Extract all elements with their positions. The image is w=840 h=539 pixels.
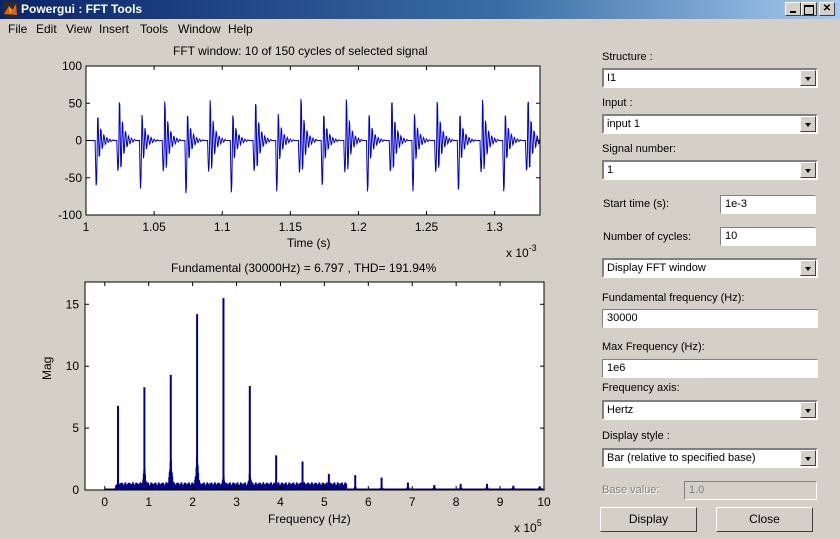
structure-label: Structure : [602, 51, 653, 63]
start-time-input[interactable]: 1e-3 [720, 195, 816, 214]
harmonic-bar [169, 374, 172, 490]
signal-ytick-label: -50 [65, 171, 83, 185]
signal-x-multiplier: x 10-3 [506, 243, 537, 260]
harmonic-bar [196, 314, 199, 490]
signal-ytick-label: 100 [62, 59, 82, 73]
signal-plot-area [86, 66, 540, 215]
spectrum-plot-area [85, 282, 544, 490]
spectrum-xtick-label: 2 [189, 495, 196, 509]
spectrum-xtick-label: 0 [101, 495, 108, 509]
signal-number-select[interactable]: 1 [602, 160, 818, 180]
signal-xtick-label: 1.2 [350, 220, 367, 234]
spectrum-xtick-label: 10 [537, 495, 551, 509]
base-value-input: 1.0 [684, 481, 817, 500]
spectrum-xtick-label: 6 [365, 495, 372, 509]
display-mode-select[interactable]: Display FFT window [602, 258, 818, 278]
structure-select[interactable]: I1 [602, 68, 818, 88]
spectrum-ytick-label: 10 [66, 359, 80, 373]
signal-xtick-label: 1.15 [279, 220, 303, 234]
chevron-down-icon[interactable] [800, 450, 816, 466]
num-cycles-input[interactable]: 10 [720, 227, 816, 246]
start-time-label: Start time (s): [603, 198, 670, 210]
spectrum-xtick-label: 7 [409, 495, 416, 509]
display-style-label: Display style : [602, 430, 670, 442]
input-label: Input : [602, 97, 633, 109]
spectrum-x-multiplier: x 105 [514, 518, 542, 535]
signal-number-label: Signal number: [602, 143, 676, 155]
harmonic-bar [248, 386, 251, 490]
harmonic-bar [143, 387, 146, 490]
fundamental-frequency-input[interactable]: 30000 [602, 309, 818, 328]
spectrum-xlabel: Frequency (Hz) [268, 512, 351, 526]
frequency-axis-label: Frequency axis: [602, 382, 680, 394]
chevron-down-icon[interactable] [800, 116, 816, 132]
spectrum-ytick-label: 0 [72, 483, 79, 497]
signal-xlabel: Time (s) [287, 236, 331, 250]
spectrum-xtick-label: 8 [453, 495, 460, 509]
spectrum-ylabel: Mag [40, 356, 54, 380]
spectrum-xtick-label: 3 [233, 495, 240, 509]
chevron-down-icon[interactable] [800, 70, 816, 86]
harmonic-bar [301, 461, 304, 490]
signal-xtick-label: 1.3 [486, 220, 503, 234]
spectrum-xtick-label: 5 [321, 495, 328, 509]
spectrum-plot-title: Fundamental (30000Hz) = 6.797 , THD= 191… [171, 261, 437, 275]
signal-xtick-label: 1.05 [142, 220, 166, 234]
frequency-axis-select[interactable]: Hertz [602, 400, 818, 420]
harmonic-bar [354, 475, 357, 490]
input-select[interactable]: input 1 [602, 114, 818, 134]
max-frequency-input[interactable]: 1e6 [602, 359, 818, 378]
spectrum-xtick-label: 4 [277, 495, 284, 509]
spectrum-ytick-label: 15 [66, 297, 80, 311]
harmonic-bar [117, 405, 120, 490]
num-cycles-label: Number of cycles: [603, 231, 692, 243]
harmonic-bar [222, 298, 225, 490]
signal-ytick-label: 50 [69, 96, 83, 110]
display-button[interactable]: Display [600, 507, 697, 532]
close-dialog-button[interactable]: Close [716, 507, 813, 532]
spectrum-xtick-label: 1 [145, 495, 152, 509]
signal-ytick-label: 0 [75, 134, 82, 148]
signal-ytick-label: -100 [58, 208, 82, 222]
spectrum-ytick-label: 5 [72, 421, 79, 435]
max-frequency-label: Max Frequency (Hz): [602, 341, 705, 353]
spectrum-xtick-label: 9 [497, 495, 504, 509]
harmonic-bar [275, 455, 278, 490]
signal-xtick-label: 1.25 [415, 220, 439, 234]
display-style-select[interactable]: Bar (relative to specified base) [602, 448, 818, 468]
signal-xtick-label: 1 [83, 220, 90, 234]
chevron-down-icon[interactable] [800, 402, 816, 418]
chevron-down-icon[interactable] [800, 162, 816, 178]
signal-xtick-label: 1.1 [214, 220, 231, 234]
base-value-label: Base value: [602, 484, 660, 496]
harmonic-bar [327, 473, 330, 490]
chevron-down-icon[interactable] [800, 260, 816, 276]
harmonic-bar [380, 477, 383, 490]
fundamental-frequency-label: Fundamental frequency (Hz): [602, 292, 745, 304]
